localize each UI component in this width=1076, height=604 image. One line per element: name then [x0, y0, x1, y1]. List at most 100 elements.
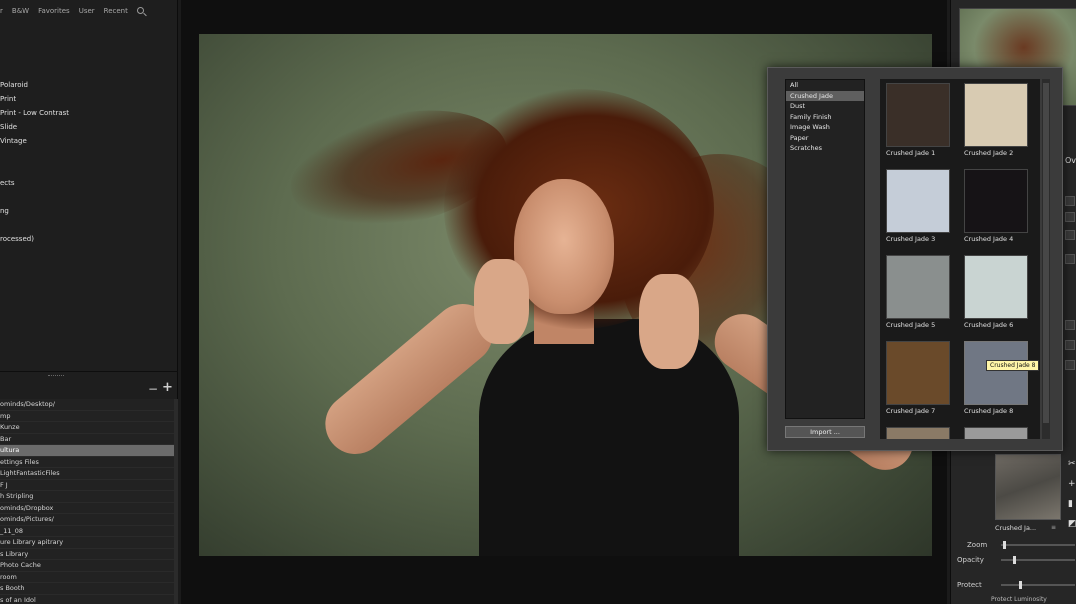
- texture-thumbnail[interactable]: [886, 83, 950, 147]
- texture-label: Crushed Jade 8: [964, 407, 1014, 415]
- search-icon[interactable]: [136, 7, 144, 14]
- folder-item[interactable]: h Stripling: [0, 491, 174, 503]
- preset-item[interactable]: rocessed): [0, 232, 178, 246]
- preset-item[interactable]: ects: [0, 176, 178, 190]
- plus-icon[interactable]: +: [1068, 480, 1076, 489]
- texture-tile[interactable]: Crushed Jade 8: [958, 337, 1028, 417]
- preset-item[interactable]: ng: [0, 204, 178, 218]
- preset-item[interactable]: [0, 162, 178, 176]
- overlay-control-3[interactable]: [1065, 230, 1075, 240]
- folder-item[interactable]: Photo Cache: [0, 560, 174, 572]
- folder-item[interactable]: mp: [0, 410, 174, 422]
- folder-item[interactable]: ultura: [0, 445, 174, 457]
- overlay-control-1[interactable]: [1065, 196, 1075, 206]
- texture-label: Crushed Jade 6: [964, 321, 1014, 329]
- folder-item[interactable]: s Booth: [0, 583, 174, 595]
- folder-item[interactable]: ure Library apitrary: [0, 537, 174, 549]
- tab-bw[interactable]: B&W: [12, 4, 29, 18]
- texture-tile[interactable]: Crushed Jade 1: [880, 79, 950, 159]
- folder-list-scrollbar[interactable]: [174, 399, 178, 604]
- protect-slider-thumb[interactable]: [1019, 581, 1022, 589]
- texture-tile[interactable]: [880, 423, 950, 439]
- texture-tile[interactable]: Crushed Jade 3: [880, 165, 950, 245]
- texture-category-item[interactable]: Dust: [786, 101, 864, 112]
- zoom-slider-thumb[interactable]: [1003, 541, 1006, 549]
- left-panel: r B&W Favorites User Recent Polaroid Prin…: [0, 0, 178, 604]
- folder-item[interactable]: Bar: [0, 433, 174, 445]
- texture-tile[interactable]: Crushed Jade 5: [880, 251, 950, 331]
- preset-item[interactable]: [0, 190, 178, 204]
- presets-pane: r B&W Favorites User Recent Polaroid Prin…: [0, 0, 178, 372]
- folder-item[interactable]: s of an Idol: [0, 594, 174, 604]
- texture-grid-scrollbar[interactable]: [1042, 79, 1050, 439]
- texture-thumbnail[interactable]: [964, 255, 1028, 319]
- texture-tile[interactable]: Crushed Jade 2: [958, 79, 1028, 159]
- texture-thumbnail[interactable]: [964, 341, 1028, 405]
- zoom-slider[interactable]: [1001, 541, 1075, 549]
- texture-menu-icon[interactable]: ≡: [1051, 524, 1056, 531]
- protect-slider[interactable]: [1001, 581, 1075, 589]
- overlay-control-5[interactable]: [1065, 320, 1075, 330]
- texture-category-item[interactable]: Crushed Jade: [786, 90, 864, 101]
- texture-category-item[interactable]: Image Wash: [786, 122, 864, 133]
- texture-category-item[interactable]: Paper: [786, 133, 864, 144]
- overlay-control-7[interactable]: [1065, 360, 1075, 370]
- overlay-control-6[interactable]: [1065, 340, 1075, 350]
- folder-item[interactable]: ominds/Desktop/: [0, 399, 174, 411]
- tab-user[interactable]: User: [79, 4, 95, 18]
- folder-item[interactable]: F J: [0, 479, 174, 491]
- scissors-icon[interactable]: ✂: [1068, 460, 1076, 469]
- texture-tile[interactable]: Crushed Jade 7: [880, 337, 950, 417]
- folder-item[interactable]: ominds/Pictures/: [0, 514, 174, 526]
- overlay-section-label: Ov: [1065, 156, 1076, 165]
- preset-item[interactable]: Vintage: [0, 134, 178, 148]
- trash-icon[interactable]: ▮: [1068, 500, 1076, 509]
- texture-tile[interactable]: Crushed Jade 6: [958, 251, 1028, 331]
- opacity-slider-thumb[interactable]: [1013, 556, 1016, 564]
- texture-category-item[interactable]: Scratches: [786, 143, 864, 154]
- remove-folder-button[interactable]: −: [148, 382, 158, 396]
- photo-editor-window: r B&W Favorites User Recent Polaroid Prin…: [0, 0, 1076, 604]
- folder-item[interactable]: ominds/Dropbox: [0, 502, 174, 514]
- texture-grid-scrollbar-thumb[interactable]: [1043, 83, 1049, 423]
- pane-splitter-handle[interactable]: [48, 375, 64, 378]
- add-folder-button[interactable]: +: [162, 380, 173, 395]
- texture-thumbnail[interactable]: [886, 427, 950, 439]
- folder-item[interactable]: ettings Files: [0, 456, 174, 468]
- preset-item[interactable]: Slide: [0, 120, 178, 134]
- preset-item[interactable]: Print - Low Contrast: [0, 106, 178, 120]
- preset-item[interactable]: [0, 148, 178, 162]
- folder-item[interactable]: _11_08: [0, 525, 174, 537]
- folder-item[interactable]: s Library: [0, 548, 174, 560]
- texture-thumbnail[interactable]: [886, 169, 950, 233]
- texture-thumbnail[interactable]: [964, 169, 1028, 233]
- texture-tile[interactable]: [958, 423, 1028, 439]
- preset-item[interactable]: Polaroid: [0, 78, 178, 92]
- tab-favorites[interactable]: Favorites: [38, 4, 70, 18]
- texture-thumbnail[interactable]: [886, 341, 950, 405]
- texture-tile[interactable]: Crushed Jade 4: [958, 165, 1028, 245]
- invert-icon[interactable]: ◩: [1068, 520, 1076, 529]
- preset-item[interactable]: [0, 64, 178, 78]
- texture-thumbnail[interactable]: [886, 255, 950, 319]
- folder-item[interactable]: Kunze: [0, 422, 174, 434]
- photo-hand-right: [639, 274, 699, 369]
- folder-item[interactable]: LightFantasticFiles: [0, 468, 174, 480]
- texture-category-item[interactable]: Family Finish: [786, 112, 864, 123]
- overlay-control-4[interactable]: [1065, 254, 1075, 264]
- texture-tooltip: Crushed Jade 8: [986, 360, 1040, 371]
- folder-item[interactable]: room: [0, 571, 174, 583]
- selected-texture-thumbnail[interactable]: [995, 454, 1061, 520]
- preset-item[interactable]: Print: [0, 92, 178, 106]
- overlay-control-2[interactable]: [1065, 212, 1075, 222]
- tab-recent[interactable]: Recent: [104, 4, 128, 18]
- import-button[interactable]: Import ...: [785, 426, 865, 438]
- texture-thumbnail[interactable]: [964, 427, 1028, 439]
- zoom-label: Zoom: [967, 541, 988, 549]
- tab-color[interactable]: r: [0, 4, 3, 18]
- preset-item[interactable]: [0, 218, 178, 232]
- texture-label: Crushed Jade 4: [964, 235, 1014, 243]
- opacity-slider[interactable]: [1001, 556, 1075, 564]
- texture-category-item[interactable]: All: [786, 80, 864, 91]
- texture-thumbnail[interactable]: [964, 83, 1028, 147]
